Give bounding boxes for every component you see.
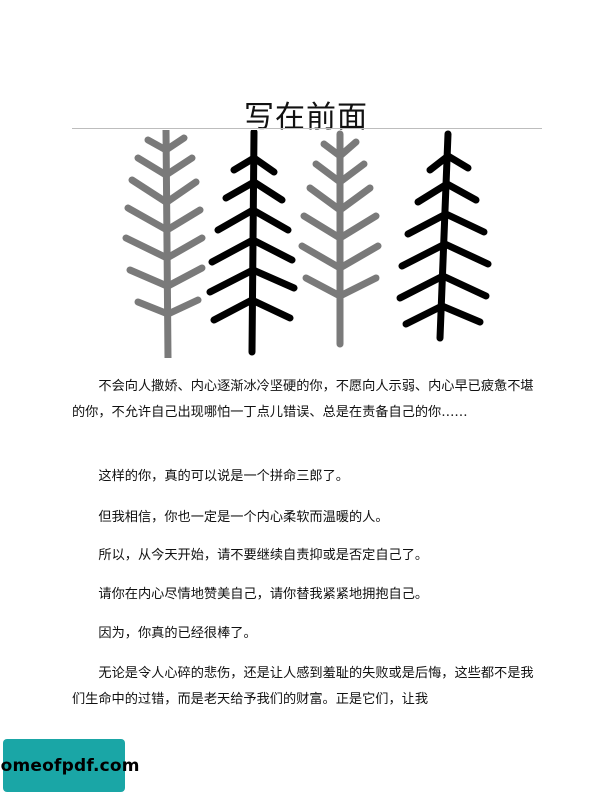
body-paragraph: 这样的你，真的可以说是一个拼命三郎了。: [98, 469, 349, 484]
pine-tree-icon: [396, 130, 492, 342]
pine-tree-icon: [298, 130, 382, 348]
body-paragraph: 所以，从今天开始，请不要继续自责抑或是否定自己了。: [98, 548, 429, 563]
watermark-text: homeofpdf.com: [0, 755, 140, 776]
body-paragraph: 因为，你真的已经很棒了。: [98, 626, 257, 641]
body-paragraph: 不会向人撒娇、内心逐渐冰冷坚硬的你，不愿向人示弱、内心早已疲惫不堪的你，不允许自…: [72, 379, 534, 420]
body-paragraph: 但我相信，你也一定是一个内心柔软而温暖的人。: [98, 510, 389, 525]
title-divider: [72, 128, 542, 129]
body-paragraph: 无论是令人心碎的悲伤，还是让人感到羞耻的失败或是后悔，这些都不是我们生命中的过错…: [72, 666, 534, 707]
body-paragraph: 请你在内心尽情地赞美自己，请你替我紧紧地拥抱自己。: [98, 587, 429, 602]
pine-tree-icon: [206, 130, 298, 356]
pine-tree-icon: [122, 130, 206, 358]
pine-trees-illustration: [122, 130, 492, 358]
watermark-badge[interactable]: homeofpdf.com: [0, 739, 140, 792]
